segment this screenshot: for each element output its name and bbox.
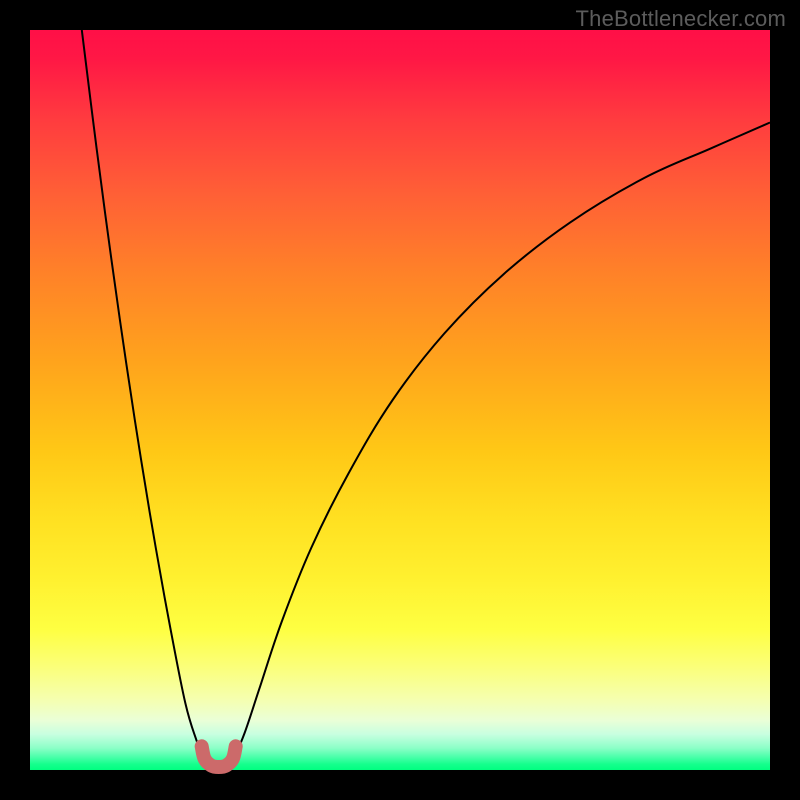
watermark-text: TheBottlenecker.com	[576, 6, 786, 32]
outer-frame: TheBottlenecker.com	[0, 0, 800, 800]
curves-layer	[30, 30, 770, 770]
nub-marker	[202, 746, 236, 767]
right-branch-curve	[228, 123, 770, 771]
left-branch-curve	[82, 30, 210, 770]
plot-area	[30, 30, 770, 770]
